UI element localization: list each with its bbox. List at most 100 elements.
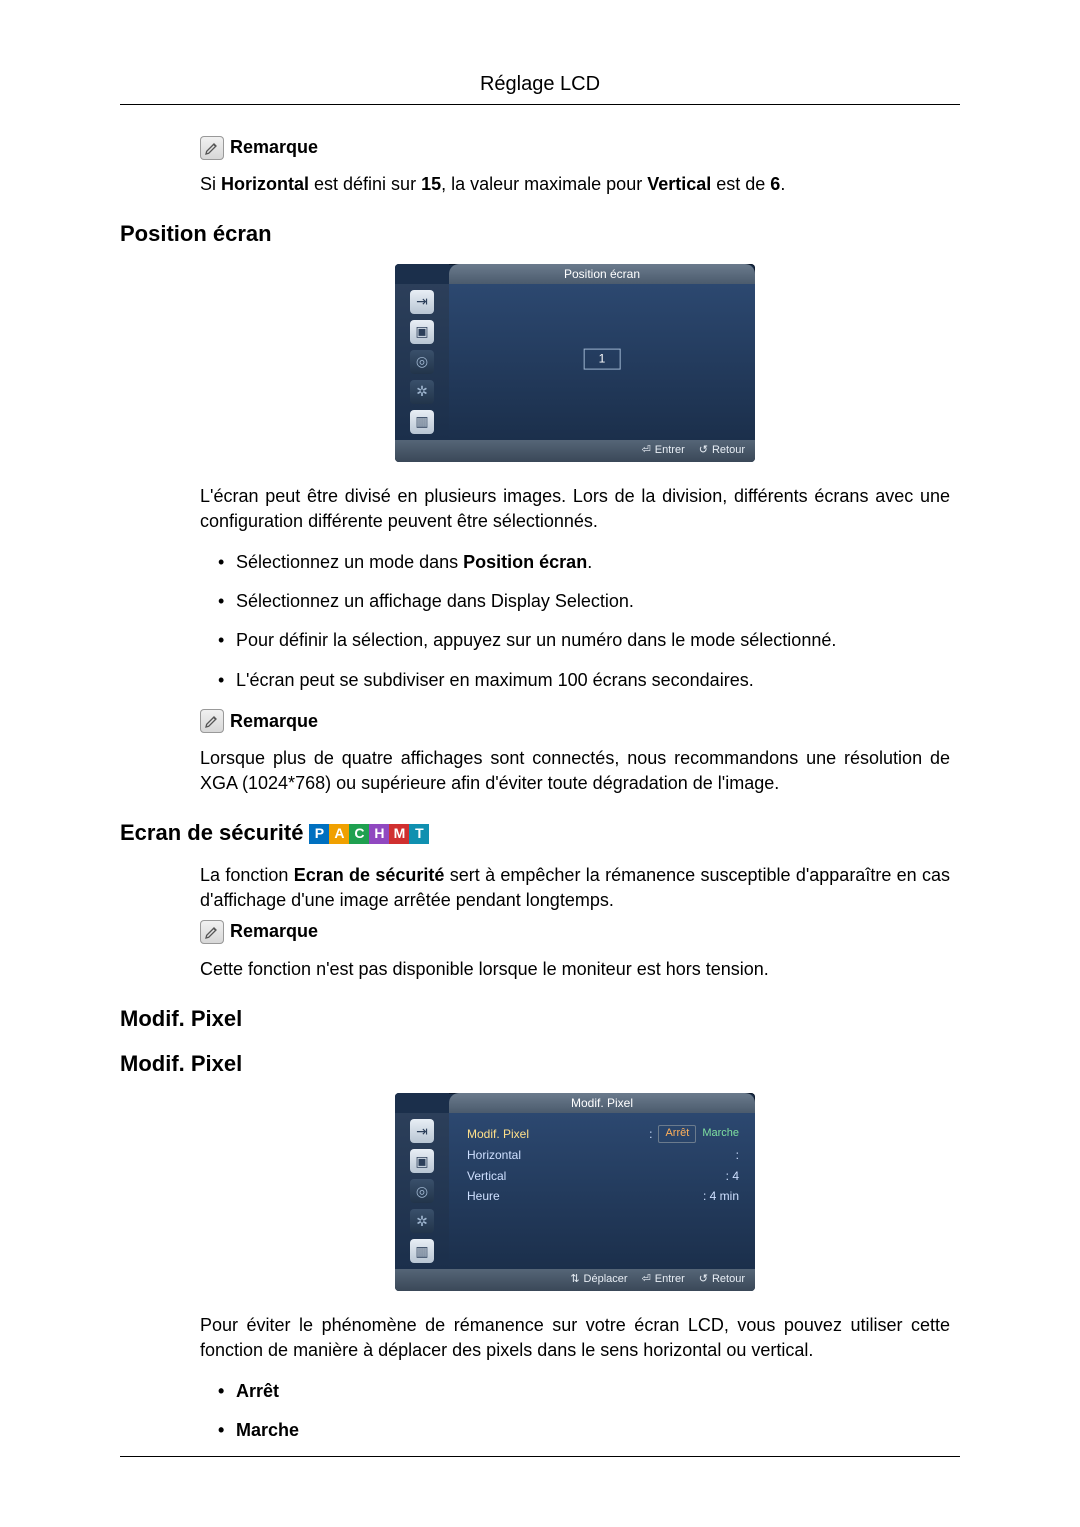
osd-footer: ⏎Entrer ↺ Retour [395,440,755,461]
osd-row-label: Vertical [467,1168,506,1185]
osd-footer: ⇅ Déplacer ⏎ Entrer ↺ Retour [395,1269,755,1290]
osd-row: Modif. Pixel : Arrêt Marche [467,1123,739,1144]
osd-row-value: : [736,1147,739,1164]
osd-panel: Modif. Pixel ⇥ ▣ ◎ ✲ ▥ Modif. Pixel [395,1093,755,1290]
t: Ecran de sécurité [294,865,445,885]
move-icon: ⇅ [570,1272,579,1287]
osd-main: Modif. Pixel : Arrêt Marche Horizontal : [449,1113,755,1269]
t: Si [200,174,221,194]
list-item: Marche [218,1418,950,1443]
section-heading-ecran-securite: Ecran de sécurité P A C H M T [120,818,950,849]
position-ecran-list: Sélectionnez un mode dans Position écran… [200,550,950,693]
t: Horizontal [221,174,309,194]
osd-title-spacer [395,1093,449,1113]
t: La fonction [200,865,294,885]
t: Retour [712,443,745,458]
t: 6 [770,174,780,194]
osd-body: ⇥ ▣ ◎ ✲ ▥ Modif. Pixel : Arrêt Marche [395,1113,755,1269]
list-item: Sélectionnez un mode dans Position écran… [218,550,950,575]
osd-return-hint: ↺ Retour [699,1272,745,1287]
note-icon [200,709,224,733]
osd-row-value: : 4 [726,1168,739,1185]
note-text-2: Lorsque plus de quatre affichages sont c… [200,746,950,796]
input-icon: ⇥ [410,1119,434,1143]
note-icon [200,136,224,160]
badge-c: C [349,824,369,844]
note-text-3: Cette fonction n'est pas disponible lors… [200,957,950,982]
osd-enter-hint: ⏎ Entrer [642,1272,685,1287]
osd-screenshot-2: Modif. Pixel ⇥ ▣ ◎ ✲ ▥ Modif. Pixel [200,1093,950,1290]
modif-pixel-options: Arrêt Marche [200,1379,950,1443]
list-item: L'écran peut se subdiviser en maximum 10… [218,668,950,693]
badge-p: P [309,824,329,844]
osd-row-label: Modif. Pixel [467,1126,529,1143]
note-block-2: Remarque [200,709,950,734]
t: Entrer [655,443,685,458]
setup-icon: ✲ [410,1209,434,1233]
section-heading-modif-pixel-1: Modif. Pixel [120,1004,950,1035]
t: Retour [712,1272,745,1287]
osd-screenshot-1: Position écran ⇥ ▣ ◎ ✲ ▥ 1 ⏎Entrer [200,264,950,461]
osd-return-hint: ↺ Retour [699,443,745,458]
osd-titlebar: Position écran [395,264,755,284]
osd-title: Modif. Pixel [449,1093,755,1113]
picture-icon: ▣ [410,1149,434,1173]
osd-row-label: Heure [467,1188,500,1205]
badge-a: A [329,824,349,844]
page-header: Réglage LCD [120,70,960,98]
osd-move-hint: ⇅ Déplacer [570,1272,627,1287]
input-icon: ⇥ [410,290,434,314]
return-icon: ↺ [699,1272,708,1287]
note-label: Remarque [230,919,318,944]
osd-sidebar: ⇥ ▣ ◎ ✲ ▥ [395,284,449,440]
note-label: Remarque [230,135,318,160]
list-item: Pour définir la sélection, appuyez sur u… [218,628,950,653]
t: . [587,552,592,572]
note-icon [200,920,224,944]
t: Vertical [647,174,711,194]
osd-enter-hint: ⏎Entrer [642,443,685,458]
t: 4 [732,1169,739,1183]
osd-titlebar: Modif. Pixel [395,1093,755,1113]
note-text-1: Si Horizontal est défini sur 15, la vale… [200,172,950,197]
osd-row-values: : Arrêt Marche [649,1125,739,1142]
osd-title-spacer [395,264,449,284]
t: est de [711,174,770,194]
position-ecran-desc: L'écran peut être divisé en plusieurs im… [200,484,950,534]
osd-main: 1 [449,284,755,440]
osd-selected-value: Arrêt [658,1125,696,1142]
badge-h: H [369,824,389,844]
t: Entrer [655,1272,685,1287]
multi-icon: ▥ [410,410,434,434]
osd-row: Vertical : 4 [467,1166,739,1187]
multi-icon: ▥ [410,1239,434,1263]
osd-body: ⇥ ▣ ◎ ✲ ▥ 1 [395,284,755,440]
osd-sidebar: ⇥ ▣ ◎ ✲ ▥ [395,1113,449,1269]
colon: : [649,1126,652,1143]
badge-t: T [409,824,429,844]
modif-pixel-desc: Pour éviter le phénomène de rémanence su… [200,1313,950,1363]
enter-icon: ⏎ [642,1272,651,1287]
osd-option-value: Marche [702,1126,739,1141]
t: est défini sur [309,174,421,194]
osd-row: Heure : 4 min [467,1186,739,1207]
sound-icon: ◎ [410,350,434,374]
t: Déplacer [584,1272,628,1287]
t: Sélectionnez un mode dans [236,552,463,572]
t: , la valeur maximale pour [441,174,647,194]
sound-icon: ◎ [410,1179,434,1203]
list-item: Sélectionnez un affichage dans Display S… [218,589,950,614]
osd-panel: Position écran ⇥ ▣ ◎ ✲ ▥ 1 ⏎Entrer [395,264,755,461]
t: 4 min [710,1189,739,1203]
badge-m: M [389,824,409,844]
return-icon: ↺ [699,443,708,458]
list-item: Arrêt [218,1379,950,1404]
section-heading-position-ecran: Position écran [120,219,950,250]
osd-title: Position écran [449,264,755,284]
note-label: Remarque [230,709,318,734]
header-rule [120,104,960,105]
t: Position écran [463,552,587,572]
setup-icon: ✲ [410,380,434,404]
picture-icon: ▣ [410,320,434,344]
heading-text: Ecran de sécurité [120,818,303,849]
